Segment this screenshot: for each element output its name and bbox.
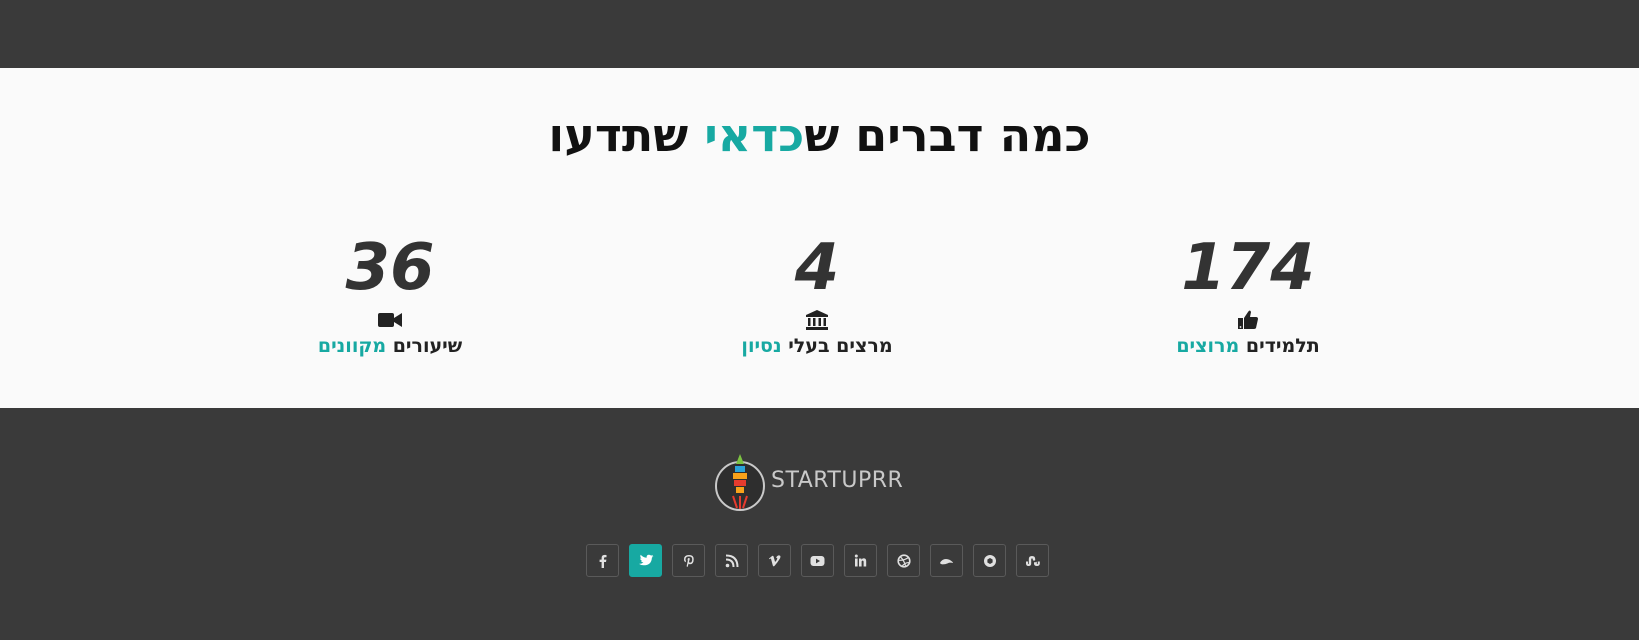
top-header-band: [0, 0, 1639, 68]
stat-number: 36: [345, 231, 435, 305]
stumbleupon-button[interactable]: [1016, 544, 1049, 577]
twitter-icon: [638, 554, 653, 565]
title-part-2: שתדעו: [548, 108, 705, 162]
stat-label-accent: נסיון: [741, 335, 782, 357]
stat-label-accent: מרוצים: [1176, 335, 1240, 357]
skype-button[interactable]: [930, 544, 963, 577]
skype-icon: [940, 558, 953, 564]
vimeo-icon: [768, 554, 780, 566]
facebook-button[interactable]: [586, 544, 619, 577]
linkedin-button[interactable]: [844, 544, 877, 577]
twitter-button[interactable]: [629, 544, 662, 577]
social-links: [586, 544, 1056, 580]
stat-experienced-lecturers: 4 מרצים בעלי נסיון: [657, 232, 977, 360]
title-accent: כדאי: [704, 108, 805, 162]
pinterest-button[interactable]: [672, 544, 705, 577]
thumbs-up-icon: [1088, 306, 1408, 332]
footer: STARTUPRR: [0, 408, 1639, 640]
stat-label-main: מרצים בעלי: [781, 335, 893, 357]
stat-label-main: תלמידים: [1239, 335, 1320, 357]
institution-icon: [657, 306, 977, 332]
dribbble-button[interactable]: [887, 544, 920, 577]
stat-online-lessons: 36 שיעורים מקוונים: [230, 232, 550, 360]
stat-number: 174: [1181, 231, 1315, 305]
rss-icon: [725, 554, 738, 567]
pinterest-icon: [683, 554, 694, 567]
section-title: כמה דברים שכדאי שתדעו: [0, 100, 1639, 170]
stat-label: תלמידים מרוצים: [1088, 332, 1408, 360]
site-logo[interactable]: STARTUPRR: [713, 452, 933, 514]
stat-label: מרצים בעלי נסיון: [657, 332, 977, 360]
facebook-icon: [599, 554, 606, 568]
logo-text: STARTUPRR: [771, 468, 904, 493]
youtube-button[interactable]: [801, 544, 834, 577]
title-part-1: כמה דברים ש: [804, 108, 1091, 162]
picasa-icon: [983, 554, 996, 567]
video-camera-icon: [230, 306, 550, 332]
stumbleupon-icon: [1025, 555, 1040, 566]
stat-label: שיעורים מקוונים: [230, 332, 550, 360]
rocket-logo-icon: [715, 454, 765, 511]
youtube-icon: [810, 555, 825, 566]
vimeo-button[interactable]: [758, 544, 791, 577]
picasa-button[interactable]: [973, 544, 1006, 577]
linkedin-icon: [854, 554, 867, 567]
stat-satisfied-students: 174 תלמידים מרוצים: [1088, 232, 1408, 360]
stat-number: 4: [794, 231, 840, 305]
dribbble-icon: [896, 553, 911, 568]
stat-label-main: שיעורים: [386, 335, 463, 357]
stat-label-accent: מקוונים: [317, 335, 387, 357]
rss-button[interactable]: [715, 544, 748, 577]
